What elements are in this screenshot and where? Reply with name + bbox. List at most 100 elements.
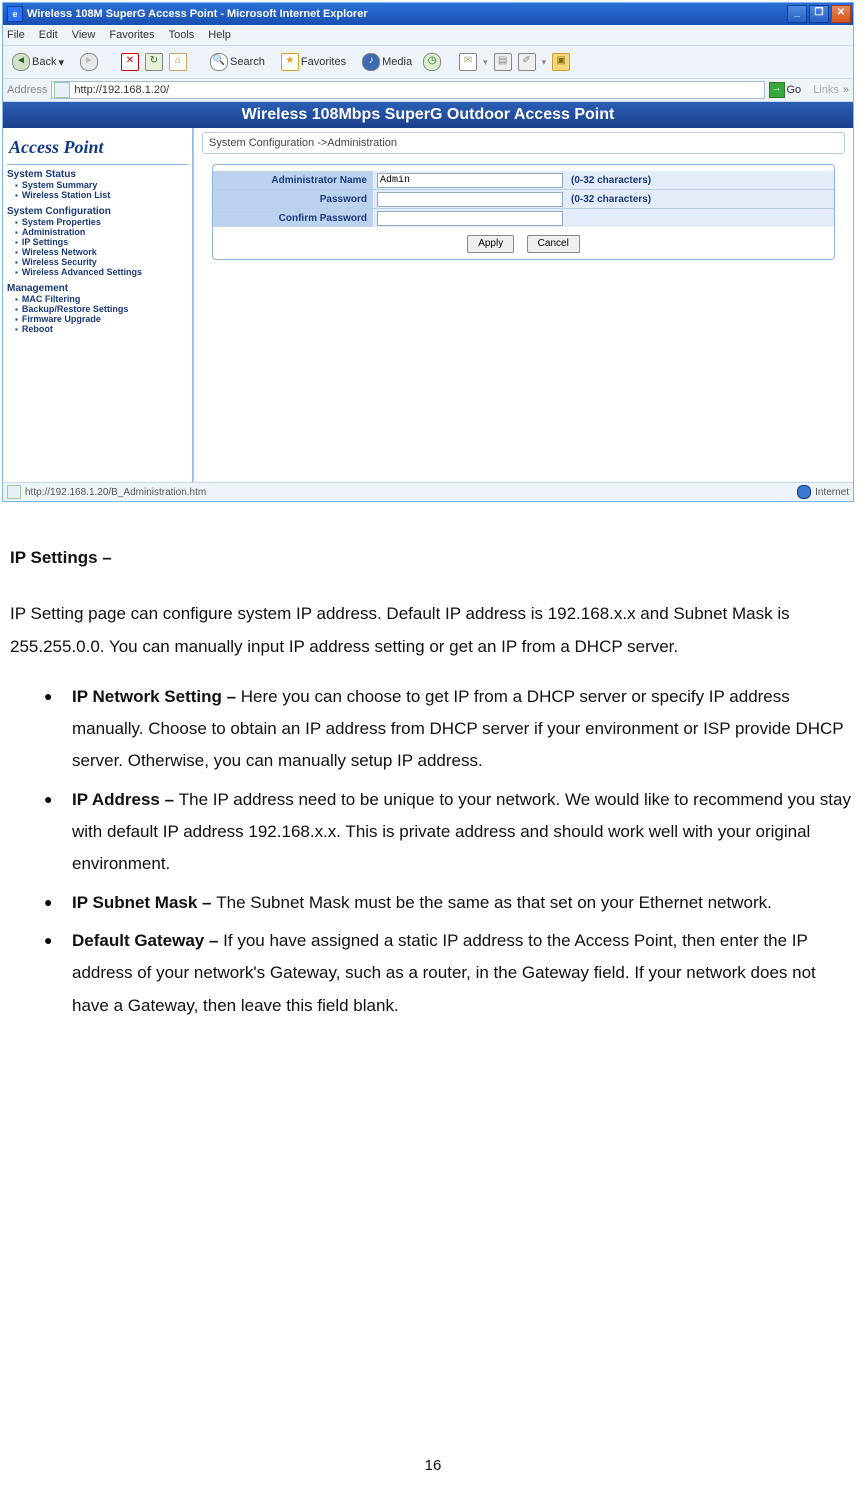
go-button[interactable]: → Go (769, 82, 802, 98)
mail-icon[interactable]: ✉ (459, 53, 477, 71)
sidebar-item-system-properties[interactable]: System Properties (15, 217, 188, 227)
page-icon (54, 82, 70, 98)
menu-favorites[interactable]: Favorites (109, 29, 154, 41)
app-banner: Wireless 108Mbps SuperG Outdoor Access P… (3, 102, 853, 128)
window-title: Wireless 108M SuperG Access Point - Micr… (27, 8, 368, 20)
main-content: System Configuration ->Administration Ad… (193, 128, 853, 482)
edit-icon[interactable]: ✐ (518, 53, 536, 71)
bullet-ip-address: IP Address – The IP address need to be u… (44, 784, 856, 881)
menu-file[interactable]: File (7, 29, 25, 41)
section-heading: IP Settings – (10, 542, 856, 574)
bullet-lead: IP Network Setting – (72, 687, 241, 706)
sidebar-item-mac-filtering[interactable]: MAC Filtering (15, 294, 188, 304)
row-password: Password (0-32 characters) (213, 189, 834, 208)
window-maximize-button[interactable]: ❐ (809, 5, 829, 23)
menu-tools[interactable]: Tools (169, 29, 195, 41)
address-value: http://192.168.1.20/ (74, 84, 169, 96)
search-label: Search (230, 56, 265, 68)
cancel-button[interactable]: Cancel (527, 235, 580, 253)
sidebar-item-wireless-network[interactable]: Wireless Network (15, 247, 188, 257)
menu-help[interactable]: Help (208, 29, 231, 41)
label-password: Password (213, 190, 373, 208)
print-icon[interactable]: ▤ (494, 53, 512, 71)
sidebar-item-backup-restore[interactable]: Backup/Restore Settings (15, 304, 188, 314)
favorites-label: Favorites (301, 56, 346, 68)
status-url: http://192.168.1.20/B_Administration.htm (25, 487, 206, 498)
status-bar: http://192.168.1.20/B_Administration.htm… (3, 482, 853, 501)
window-close-button[interactable]: ✕ (831, 5, 851, 23)
label-admin-name: Administrator Name (213, 171, 373, 189)
menu-edit[interactable]: Edit (39, 29, 58, 41)
links-label[interactable]: Links (813, 84, 839, 96)
sidebar-item-system-summary[interactable]: System Summary (15, 180, 188, 190)
menu-view[interactable]: View (72, 29, 96, 41)
page-icon (7, 485, 21, 499)
internet-zone-icon (797, 485, 811, 499)
sidebar-title: Access Point (7, 132, 188, 165)
dropdown-icon: ▾ (483, 57, 488, 68)
sidebar-item-wireless-advanced-settings[interactable]: Wireless Advanced Settings (15, 267, 188, 277)
hint-password: (0-32 characters) (571, 194, 651, 205)
sidebar-group-system-status: System Status (7, 169, 188, 180)
back-button[interactable]: ◄ Back ▾ (7, 50, 69, 74)
window-titlebar: e Wireless 108M SuperG Access Point - Mi… (3, 3, 853, 25)
apply-button[interactable]: Apply (467, 235, 514, 253)
sidebar-item-ip-settings[interactable]: IP Settings (15, 237, 188, 247)
messenger-icon[interactable]: ▣ (552, 53, 570, 71)
page-content: Wireless 108Mbps SuperG Outdoor Access P… (3, 102, 853, 482)
document-body: IP Settings – IP Setting page can config… (0, 502, 866, 1022)
stop-icon[interactable]: ✕ (121, 53, 139, 71)
row-admin-name: Administrator Name (0-32 characters) (213, 171, 834, 189)
sidebar-item-wireless-station-list[interactable]: Wireless Station List (15, 190, 188, 200)
go-icon: → (769, 82, 785, 98)
dropdown-icon: ▾ (58, 56, 64, 69)
dropdown-icon: ▾ (542, 57, 547, 68)
sidebar-group-management: Management (7, 283, 188, 294)
sidebar-item-firmware-upgrade[interactable]: Firmware Upgrade (15, 314, 188, 324)
bullet-body: The IP address need to be unique to your… (72, 790, 851, 874)
browser-window: e Wireless 108M SuperG Access Point - Mi… (2, 2, 854, 502)
row-confirm-password: Confirm Password (213, 208, 834, 227)
page-number: 16 (0, 1457, 866, 1474)
media-icon: ♪ (362, 53, 380, 71)
ie-icon: e (7, 6, 23, 22)
bullet-ip-subnet-mask: IP Subnet Mask – The Subnet Mask must be… (44, 887, 856, 919)
status-zone: Internet (815, 487, 849, 498)
bullet-ip-network-setting: IP Network Setting – Here you can choose… (44, 681, 856, 778)
address-label: Address (7, 84, 47, 96)
input-confirm-password[interactable] (377, 211, 563, 226)
sidebar: Access Point System Status System Summar… (3, 128, 193, 482)
menu-bar: File Edit View Favorites Tools Help (3, 25, 853, 46)
back-icon: ◄ (12, 53, 30, 71)
back-label: Back (32, 56, 56, 68)
input-password[interactable] (377, 192, 563, 207)
breadcrumb: System Configuration ->Administration (202, 132, 845, 154)
admin-form: Administrator Name (0-32 characters) Pas… (212, 164, 835, 260)
hint-admin-name: (0-32 characters) (571, 175, 651, 186)
home-icon[interactable]: ⌂ (169, 53, 187, 71)
address-bar: Address http://192.168.1.20/ → Go Links … (3, 79, 853, 102)
search-icon: 🔍 (210, 53, 228, 71)
sidebar-item-wireless-security[interactable]: Wireless Security (15, 257, 188, 267)
search-button[interactable]: 🔍 Search (205, 50, 270, 74)
sidebar-item-reboot[interactable]: Reboot (15, 324, 188, 334)
input-admin-name[interactable] (377, 173, 563, 188)
bullet-lead: IP Address – (72, 790, 179, 809)
sidebar-group-system-configuration: System Configuration (7, 206, 188, 217)
media-label: Media (382, 56, 412, 68)
forward-button[interactable]: ► (75, 50, 103, 74)
bullet-lead: Default Gateway – (72, 931, 223, 950)
forward-icon: ► (80, 53, 98, 71)
history-icon[interactable]: ◷ (423, 53, 441, 71)
favorites-icon: ★ (281, 53, 299, 71)
media-button[interactable]: ♪ Media (357, 50, 417, 74)
refresh-icon[interactable]: ↻ (145, 53, 163, 71)
sidebar-item-administration[interactable]: Administration (15, 227, 188, 237)
links-expand-icon[interactable]: » (843, 84, 849, 96)
window-minimize-button[interactable]: _ (787, 5, 807, 23)
label-confirm-password: Confirm Password (213, 209, 373, 227)
toolbar: ◄ Back ▾ ► ✕ ↻ ⌂ 🔍 Search ★ Favorites ♪ (3, 46, 853, 79)
address-input[interactable]: http://192.168.1.20/ (51, 81, 764, 99)
section-intro: IP Setting page can configure system IP … (10, 598, 856, 663)
favorites-button[interactable]: ★ Favorites (276, 50, 351, 74)
